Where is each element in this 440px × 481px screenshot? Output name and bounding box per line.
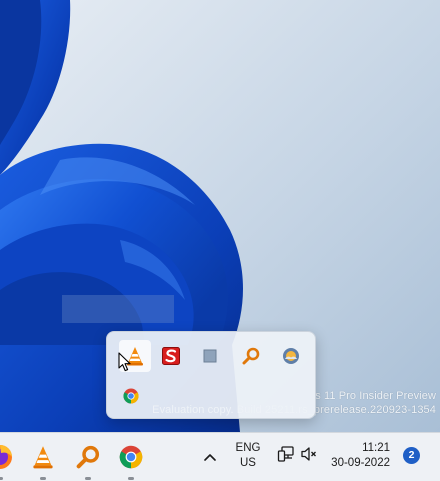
tray-weather-button[interactable] bbox=[275, 340, 307, 372]
weather-icon bbox=[283, 348, 299, 364]
chrome-icon bbox=[119, 445, 143, 469]
taskbar-firefox-button[interactable] bbox=[0, 441, 16, 473]
tray-flag-button[interactable] bbox=[194, 340, 226, 372]
chrome-icon bbox=[123, 388, 139, 404]
show-hidden-icons-button[interactable] bbox=[197, 443, 223, 471]
clock-date: 30-09-2022 bbox=[331, 457, 390, 469]
sumatra-pdf-icon bbox=[162, 347, 180, 365]
notification-badge[interactable]: 2 bbox=[403, 447, 420, 464]
tray-vlc-button[interactable] bbox=[119, 340, 151, 372]
chevron-up-icon bbox=[204, 454, 216, 461]
taskbar-search-tool-button[interactable] bbox=[72, 441, 104, 473]
search-tool-icon bbox=[242, 347, 260, 365]
region-code: US bbox=[240, 457, 256, 469]
vlc-icon bbox=[127, 347, 143, 366]
language-code: ENG bbox=[235, 442, 261, 454]
firefox-icon bbox=[0, 445, 12, 469]
tray-sumatra-button[interactable] bbox=[155, 340, 187, 372]
vlc-icon bbox=[33, 446, 53, 469]
taskbar-chrome-button[interactable] bbox=[115, 441, 147, 473]
tray-overflow-flyout bbox=[106, 331, 316, 419]
tray-chrome-button[interactable] bbox=[115, 380, 147, 412]
taskbar-vlc-button[interactable] bbox=[27, 441, 59, 473]
volume-muted-icon[interactable] bbox=[300, 445, 318, 463]
taskbar-clock[interactable]: 11:21 30-09-2022 bbox=[326, 441, 390, 471]
flag-icon bbox=[203, 349, 217, 363]
network-icon[interactable] bbox=[277, 445, 295, 463]
search-tool-icon bbox=[76, 445, 100, 469]
language-indicator[interactable]: ENG US bbox=[228, 441, 268, 471]
tray-search-tool-button[interactable] bbox=[235, 340, 267, 372]
clock-time: 11:21 bbox=[362, 442, 390, 454]
